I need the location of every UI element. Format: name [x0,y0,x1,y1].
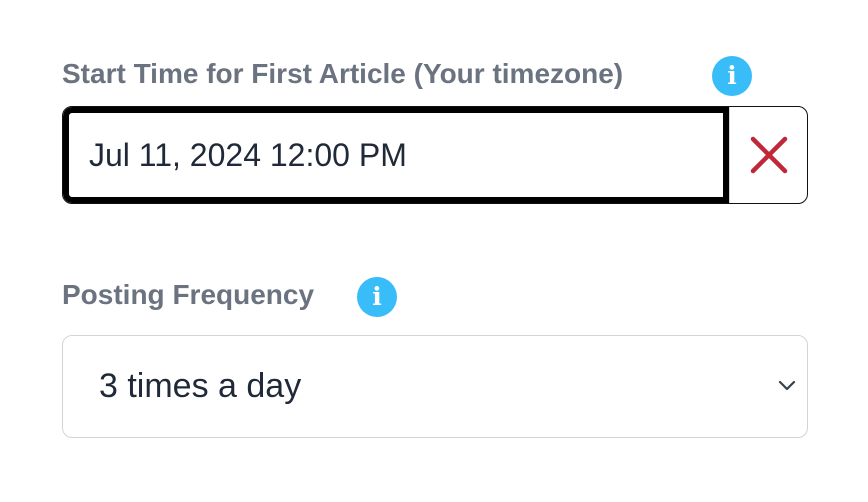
close-x-icon [750,136,787,174]
start-time-input[interactable]: Jul 11, 2024 12:00 PM [63,107,729,203]
chevron-down-icon [778,380,796,391]
start-time-input-group: Jul 11, 2024 12:00 PM [62,106,808,204]
posting-frequency-select[interactable]: 3 times a day [62,335,808,438]
start-time-label: Start Time for First Article (Your timez… [62,58,624,89]
clear-date-button[interactable] [729,107,807,203]
posting-frequency-info-icon[interactable]: i [357,277,397,317]
posting-frequency-selected-value: 3 times a day [99,367,302,405]
start-time-info-icon[interactable]: i [712,56,752,96]
posting-frequency-label: Posting Frequency [62,279,315,310]
